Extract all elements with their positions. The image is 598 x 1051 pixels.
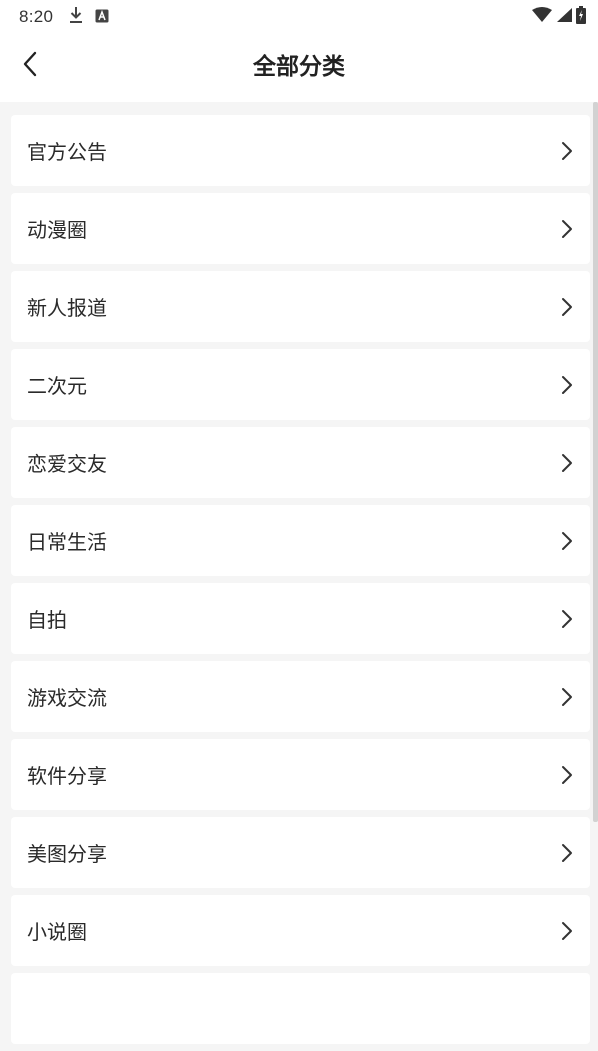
status-bar: 8:20 — [0, 0, 598, 34]
chevron-right-icon — [560, 374, 574, 396]
category-label: 恋爱交友 — [27, 452, 107, 476]
chevron-right-icon — [560, 530, 574, 552]
chevron-right-icon — [560, 140, 574, 162]
chevron-right-icon — [560, 842, 574, 864]
category-item-dating[interactable]: 恋爱交友 — [11, 427, 590, 498]
chevron-right-icon — [560, 686, 574, 708]
category-list: 官方公告 动漫圈 新人报道 二次元 恋爱交友 日常生活 自拍 游戏交流 软件分享… — [11, 115, 590, 1051]
wifi-icon — [532, 7, 552, 27]
chevron-right-icon — [560, 920, 574, 942]
category-item-daily-life[interactable]: 日常生活 — [11, 505, 590, 576]
category-label: 自拍 — [27, 608, 67, 632]
category-label: 官方公告 — [27, 140, 107, 164]
category-item-selfie[interactable]: 自拍 — [11, 583, 590, 654]
category-label: 新人报道 — [27, 296, 107, 320]
chevron-right-icon — [560, 218, 574, 240]
category-item-games[interactable]: 游戏交流 — [11, 661, 590, 732]
chevron-right-icon — [560, 764, 574, 786]
category-label: 美图分享 — [27, 842, 107, 866]
chevron-right-icon — [560, 296, 574, 318]
accessibility-icon — [95, 8, 109, 27]
category-item-novels[interactable]: 小说圈 — [11, 895, 590, 966]
category-label: 日常生活 — [27, 530, 107, 554]
category-label: 小说圈 — [27, 920, 87, 944]
category-item-anime[interactable]: 动漫圈 — [11, 193, 590, 264]
status-time: 8:20 — [19, 7, 54, 26]
category-label: 动漫圈 — [27, 218, 87, 242]
app-bar: 全部分类 — [0, 34, 598, 102]
category-item-pictures[interactable]: 美图分享 — [11, 817, 590, 888]
chevron-right-icon — [560, 608, 574, 630]
category-label: 软件分享 — [27, 764, 107, 788]
category-label: 二次元 — [27, 374, 87, 398]
category-label: 游戏交流 — [27, 686, 107, 710]
download-icon — [69, 6, 83, 28]
cell-signal-icon — [556, 7, 572, 27]
system-status-icons — [532, 6, 586, 28]
category-item-partial[interactable] — [11, 973, 590, 1044]
notification-icons — [69, 6, 109, 28]
category-item-software[interactable]: 软件分享 — [11, 739, 590, 810]
battery-icon — [576, 6, 586, 28]
scrollbar[interactable] — [593, 102, 598, 822]
chevron-right-icon — [560, 452, 574, 474]
page-title: 全部分类 — [253, 54, 345, 80]
category-item-newcomers[interactable]: 新人报道 — [11, 271, 590, 342]
category-item-acg[interactable]: 二次元 — [11, 349, 590, 420]
category-item-announcements[interactable]: 官方公告 — [11, 115, 590, 186]
